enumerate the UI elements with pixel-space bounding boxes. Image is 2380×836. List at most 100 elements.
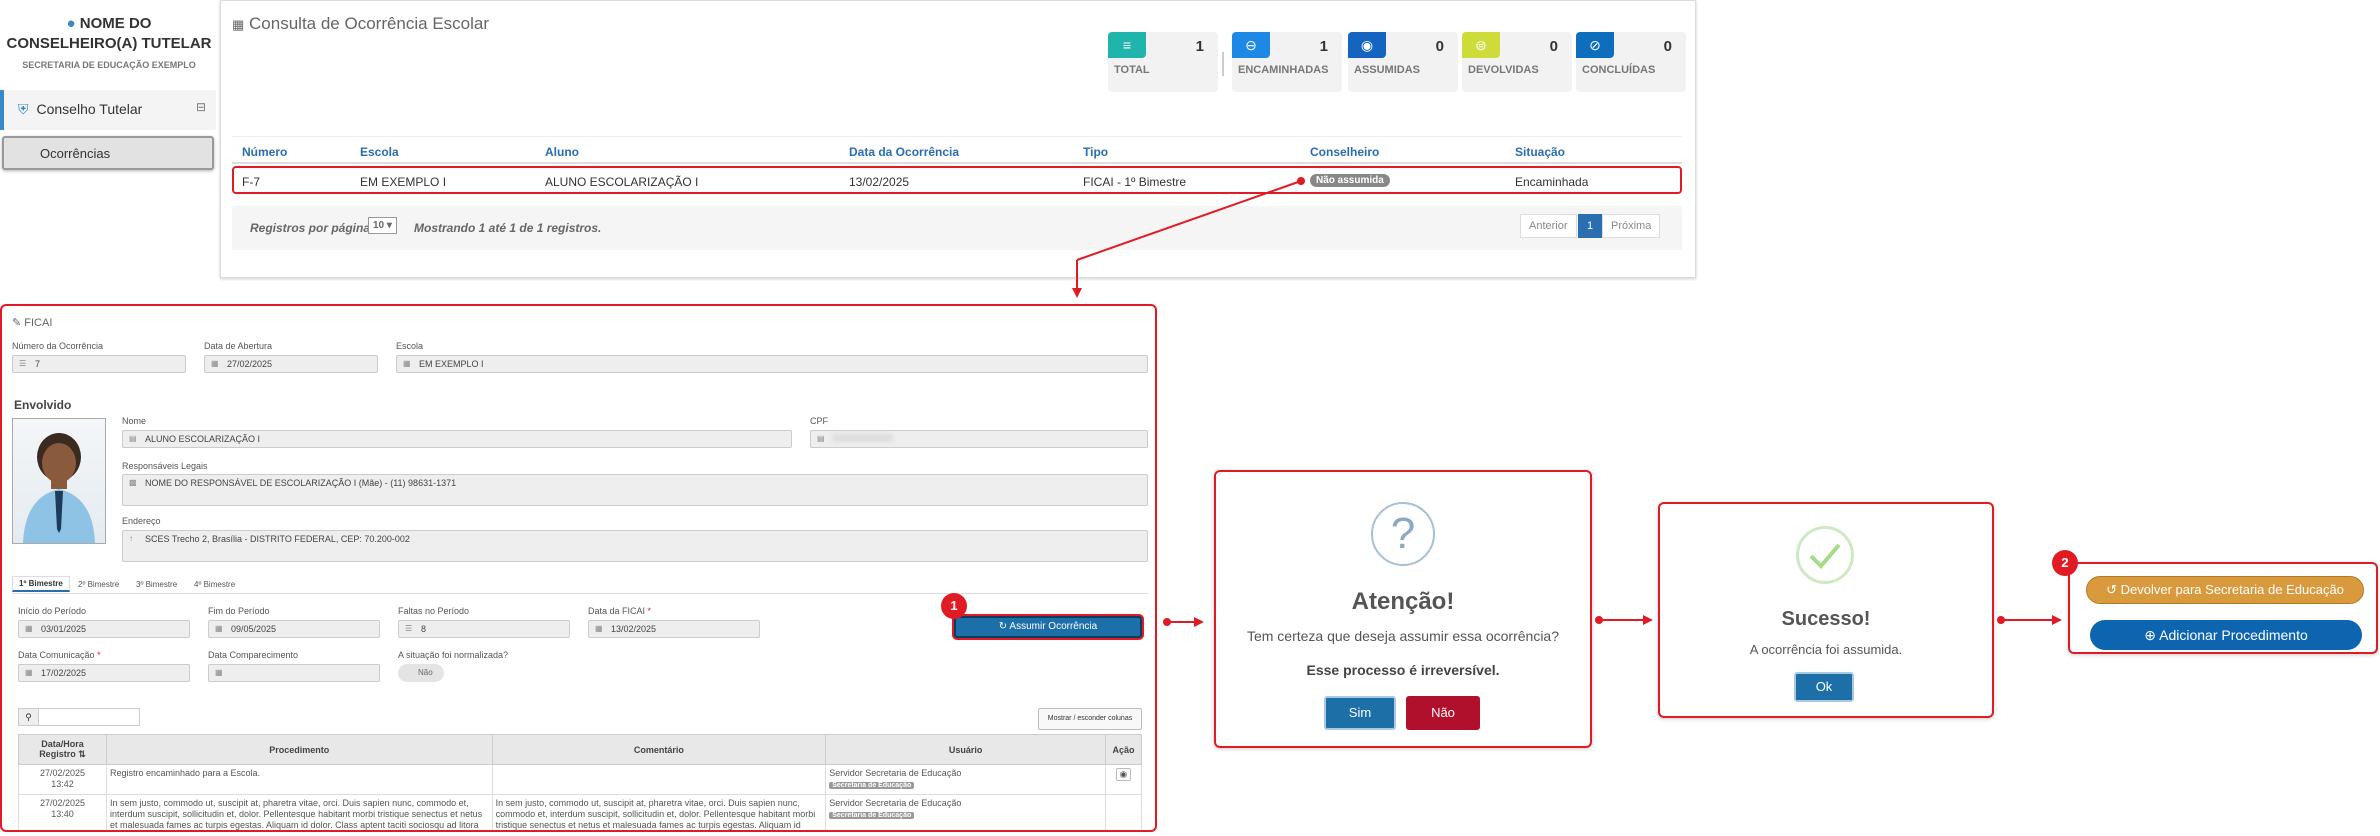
resp-label: Responsáveis Legais — [122, 461, 208, 471]
resp-field: ▩ NOME DO RESPONSÁVEL DE ESCOLARIZAÇÃO I … — [122, 474, 1148, 506]
student-avatar-icon — [23, 433, 95, 543]
ficai-form-panel: ✎ FICAI Número da Ocorrência ☰ 7 Data de … — [0, 304, 1157, 832]
success-title: Sucesso! — [1781, 608, 1871, 630]
confirm-text: Tem certeza que deseja assumir essa ocor… — [1246, 628, 1560, 644]
data-ficai-field: ▦ 13/02/2025 — [588, 620, 760, 638]
comunicacao-value: 17/02/2025 — [41, 668, 87, 678]
resp-value: NOME DO RESPONSÁVEL DE ESCOLARIZAÇÃO I (… — [145, 478, 457, 488]
school-icon: ▦ — [403, 359, 411, 368]
row-usuario: Servidor Secretaria de Educação — [829, 768, 962, 778]
no-button[interactable]: Não — [1406, 696, 1480, 730]
row-time: 13:42 — [51, 779, 74, 789]
required-mark: * — [647, 606, 652, 616]
cpf-field: ▤ — [810, 430, 1148, 448]
escola-value: EM EXEMPLO I — [419, 359, 484, 369]
faltas-label: Faltas no Período — [398, 606, 470, 616]
calendar-icon: ▦ — [211, 359, 219, 368]
fim-label: Fim do Período — [208, 606, 270, 616]
inicio-field: ▦ 03/01/2025 — [18, 620, 190, 638]
row-procedimento: Registro encaminhado para a Escola. — [105, 764, 493, 795]
nome-field: ▤ ALUNO ESCOLARIZAÇÃO I — [122, 430, 792, 448]
search-input[interactable]: ⚲ — [18, 708, 140, 726]
confirm-title: Atenção! — [1351, 588, 1455, 615]
faltas-value: 8 — [421, 624, 427, 634]
tab-bimestre-1[interactable]: 1º Bimestre — [12, 576, 70, 592]
procedimentos-table: Data/Hora Registro ⇅ Procedimento Coment… — [18, 734, 1143, 830]
nome-label: Nome — [122, 416, 147, 426]
abertura-label: Data de Abertura — [204, 341, 273, 351]
ok-button[interactable]: Ok — [1794, 672, 1854, 702]
abertura-field: ▦ 27/02/2025 — [204, 355, 378, 373]
role-badge: Secretaria de Educação — [829, 782, 915, 789]
cpf-label: CPF — [810, 416, 828, 426]
users-icon: ▩ — [129, 478, 137, 487]
bimestre-tabs: 1º Bimestre 2º Bimestre 3º Bimestre 4º B… — [12, 576, 1148, 594]
fim-value: 09/05/2025 — [231, 624, 277, 634]
normalizada-toggle[interactable]: Não — [398, 664, 444, 682]
step-2-marker: 2 — [2052, 550, 2078, 576]
edit-icon: ✎ — [12, 317, 22, 329]
col-usuario[interactable]: Usuário — [825, 734, 1106, 765]
row-procedimento: In sem justo, commodo ut, suscipit at, p… — [105, 794, 493, 830]
adicionar-button[interactable]: ⊕ Adicionar Procedimento — [2090, 620, 2362, 650]
table-row: 27/02/2025 13:42 Registro encaminhado par… — [18, 764, 1143, 795]
end-field: ↑ SCES Trecho 2, Brasília - DISTRITO FEDE… — [122, 530, 1148, 562]
plus-circle-icon: ⊕ — [2144, 627, 2156, 643]
toggle-columns-button[interactable]: Mostrar / esconder colunas — [1038, 708, 1142, 730]
escola-field: ▦ EM EXEMPLO I — [396, 355, 1148, 373]
numero-value: 7 — [35, 359, 41, 369]
tab-bimestre-4[interactable]: 4º Bimestre — [188, 578, 241, 591]
fim-field: ▦ 09/05/2025 — [208, 620, 380, 638]
id-card-icon: ▤ — [129, 434, 137, 443]
row-date: 27/02/2025 — [39, 768, 85, 778]
tab-bimestre-2[interactable]: 2º Bimestre — [72, 578, 125, 591]
row-comentario — [491, 764, 827, 795]
end-value: SCES Trecho 2, Brasília - DISTRITO FEDER… — [145, 534, 410, 544]
row-usuario: Servidor Secretaria de Educação — [829, 798, 962, 808]
calendar-icon: ▦ — [215, 624, 223, 633]
assumir-button-label: Assumir Ocorrência — [1009, 621, 1098, 632]
numero-field: ☰ 7 — [12, 355, 186, 373]
eye-icon[interactable]: ◉ — [1115, 768, 1132, 781]
col-procedimento[interactable]: Procedimento — [105, 734, 493, 765]
col-datahora[interactable]: Data/Hora Registro ⇅ — [18, 734, 107, 765]
row-date: 27/02/2025 — [39, 798, 85, 808]
student-photo — [12, 418, 106, 544]
confirm-dialog: ? Atenção! Tem certeza que deseja assumi… — [1214, 470, 1592, 748]
col-comentario[interactable]: Comentário — [491, 734, 827, 765]
col-acao: Ação — [1104, 734, 1143, 765]
required-mark: * — [97, 650, 101, 660]
adicionar-label: Adicionar Procedimento — [2159, 627, 2308, 643]
refresh-icon: ↻ — [998, 621, 1008, 632]
devolver-label: Devolver para Secretaria de Educação — [2120, 582, 2344, 597]
list-icon: ☰ — [19, 359, 27, 368]
comunicacao-field: ▦ 17/02/2025 — [18, 664, 190, 682]
role-badge: Secretaria de Educação — [829, 812, 915, 819]
sort-icon: ⇅ — [78, 749, 86, 759]
undo-icon: ↺ — [2106, 582, 2117, 597]
tab-bimestre-3[interactable]: 3º Bimestre — [130, 578, 183, 591]
numero-label: Número da Ocorrência — [12, 341, 104, 351]
yes-button[interactable]: Sim — [1324, 696, 1396, 730]
question-icon: ? — [1371, 502, 1435, 566]
comunicacao-label: Data Comunicação — [18, 650, 95, 660]
normalizada-value: Não — [418, 668, 433, 677]
assumir-button[interactable]: ↻ Assumir Ocorrência — [954, 616, 1142, 638]
abertura-value: 27/02/2025 — [227, 359, 273, 369]
devolver-button[interactable]: ↺ Devolver para Secretaria de Educação — [2086, 576, 2364, 604]
faltas-field: ☰ 8 — [398, 620, 570, 638]
end-label: Endereço — [122, 516, 161, 526]
map-pin-icon: ↑ — [129, 534, 133, 543]
envolvido-heading: Envolvido — [14, 398, 72, 412]
actions-box: ↺ Devolver para Secretaria de Educação ⊕… — [2068, 562, 2378, 654]
calendar-icon: ▦ — [25, 668, 33, 677]
calendar-icon: ▦ — [595, 624, 603, 633]
comparecimento-field: ▦ — [208, 664, 380, 682]
search-icon: ⚲ — [19, 709, 39, 725]
check-icon — [1796, 526, 1854, 584]
confirm-warning: Esse processo é irreversível. — [1306, 662, 1500, 678]
data-ficai-label: Data da FICAI — [588, 606, 646, 616]
nome-value: ALUNO ESCOLARIZAÇÃO I — [145, 434, 261, 444]
comparecimento-label: Data Comparecimento — [208, 650, 299, 660]
form-title-text: FICAI — [24, 317, 53, 329]
